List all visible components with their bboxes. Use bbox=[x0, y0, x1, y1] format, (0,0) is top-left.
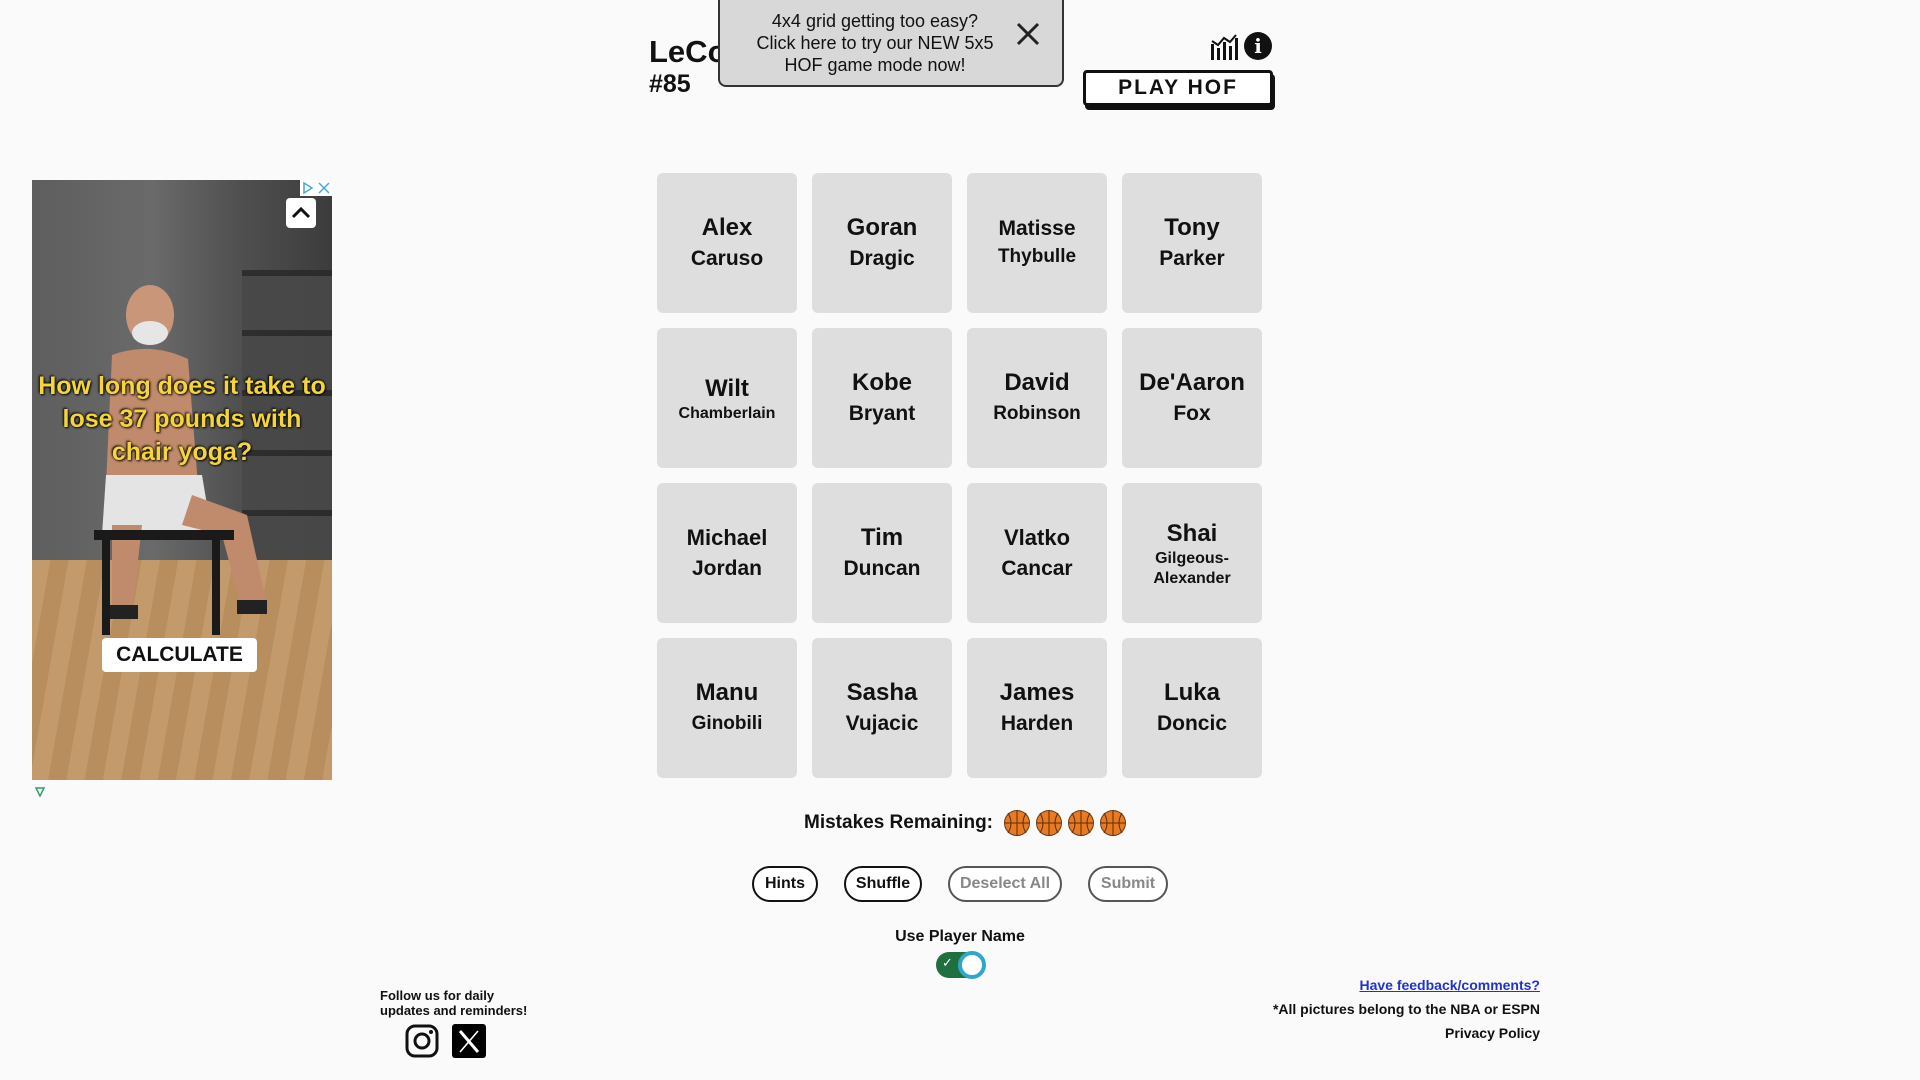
ad-headline: How long does it take to lose 37 pounds … bbox=[38, 372, 326, 466]
player-first-name: Wilt bbox=[705, 374, 749, 402]
player-first-name: Vlatko bbox=[1003, 525, 1071, 550]
player-first-name: Kobe bbox=[852, 369, 912, 396]
player-first-name: De'Aaron bbox=[1139, 369, 1245, 396]
player-tile[interactable]: Alex Caruso bbox=[657, 173, 797, 313]
basketball-icon bbox=[1068, 810, 1094, 836]
game-title: LeCo bbox=[649, 34, 727, 69]
player-last-name: Harden bbox=[1000, 712, 1074, 735]
player-tile[interactable]: Wilt Chamberlain bbox=[657, 328, 797, 468]
basketball-icon bbox=[1100, 810, 1126, 836]
submit-button[interactable]: Submit bbox=[1088, 866, 1168, 902]
player-tile[interactable]: Manu Ginobili bbox=[657, 638, 797, 778]
follow-text: Follow us for daily updates and reminder… bbox=[380, 988, 528, 1018]
shuffle-button[interactable]: Shuffle bbox=[844, 866, 922, 902]
player-last-name: Chamberlain bbox=[678, 404, 776, 422]
toggle-knob[interactable] bbox=[958, 951, 986, 979]
player-last-name: Robinson bbox=[993, 403, 1081, 424]
player-first-name: Shai bbox=[1166, 519, 1218, 547]
player-tile[interactable]: De'Aaron Fox bbox=[1122, 328, 1262, 468]
player-tile[interactable]: Luka Doncic bbox=[1122, 638, 1262, 778]
use-player-name-toggle[interactable]: ✓ bbox=[936, 951, 986, 979]
stats-icon[interactable] bbox=[1209, 32, 1239, 62]
hints-button[interactable]: Hints bbox=[752, 866, 818, 902]
player-tile[interactable]: Sasha Vujacic bbox=[812, 638, 952, 778]
player-last-name: Dragic bbox=[849, 247, 915, 270]
player-grid: Alex Caruso Goran Dragic Matisse Thybull… bbox=[657, 173, 1263, 779]
player-first-name: James bbox=[999, 679, 1075, 706]
player-tile[interactable]: Michael Jordan bbox=[657, 483, 797, 623]
player-first-name: Michael bbox=[686, 525, 768, 550]
player-tile[interactable]: David Robinson bbox=[967, 328, 1107, 468]
player-last-name: Parker bbox=[1159, 247, 1225, 270]
toggle-label: Use Player Name bbox=[895, 928, 1025, 945]
player-last-name: Jordan bbox=[691, 557, 762, 580]
ad-marker-icon bbox=[34, 787, 46, 798]
mistakes-label: Mistakes Remaining: bbox=[804, 812, 993, 833]
player-last-name: Doncic bbox=[1156, 712, 1227, 735]
advertisement[interactable]: How long does it take to lose 37 pounds … bbox=[32, 180, 332, 780]
play-hof-button[interactable]: PLAY HOF bbox=[1083, 70, 1273, 106]
player-tile[interactable]: Tim Duncan bbox=[812, 483, 952, 623]
privacy-policy-link[interactable]: Privacy Policy bbox=[1445, 1025, 1540, 1041]
close-icon[interactable] bbox=[1014, 20, 1042, 48]
player-first-name: Tim bbox=[860, 524, 904, 551]
feedback-link[interactable]: Have feedback/comments? bbox=[1359, 977, 1540, 993]
player-tile[interactable]: Vlatko Cancar bbox=[967, 483, 1107, 623]
player-tile[interactable]: Tony Parker bbox=[1122, 173, 1262, 313]
player-first-name: Sasha bbox=[846, 679, 918, 706]
player-first-name: Matisse bbox=[998, 217, 1076, 240]
player-tile[interactable]: Kobe Bryant bbox=[812, 328, 952, 468]
player-last-name: Caruso bbox=[690, 247, 764, 270]
ad-choices-icon[interactable] bbox=[300, 180, 332, 196]
mistake-balls bbox=[999, 809, 1127, 837]
player-last-name: Fox bbox=[1173, 402, 1211, 425]
player-last-name: Gilgeous-Alexander bbox=[1153, 549, 1231, 587]
player-first-name: Alex bbox=[701, 214, 753, 241]
player-last-name: Duncan bbox=[843, 557, 921, 580]
player-first-name: Luka bbox=[1163, 679, 1220, 706]
player-tile[interactable]: James Harden bbox=[967, 638, 1107, 778]
player-last-name: Bryant bbox=[848, 402, 916, 425]
player-first-name: David bbox=[1004, 369, 1070, 396]
player-last-name: Cancar bbox=[1001, 557, 1073, 580]
x-icon[interactable] bbox=[452, 1024, 486, 1058]
basketball-icon bbox=[1036, 810, 1062, 836]
info-icon[interactable]: i bbox=[1244, 32, 1272, 60]
chevron-up-icon[interactable] bbox=[286, 198, 316, 228]
player-first-name: Goran bbox=[846, 214, 918, 241]
basketball-icon bbox=[1004, 810, 1030, 836]
player-tile[interactable]: Shai Gilgeous-Alexander bbox=[1122, 483, 1262, 623]
puzzle-number: #85 bbox=[649, 70, 691, 98]
player-first-name: Manu bbox=[695, 679, 759, 706]
player-first-name: Tony bbox=[1164, 214, 1220, 241]
ad-calculate-button[interactable]: CALCULATE bbox=[102, 638, 257, 672]
instagram-icon[interactable] bbox=[405, 1024, 439, 1058]
player-tile[interactable]: Goran Dragic bbox=[812, 173, 952, 313]
banner-text[interactable]: 4x4 grid getting too easy? Click here to… bbox=[750, 10, 1000, 76]
deselect-all-button[interactable]: Deselect All bbox=[948, 866, 1062, 902]
check-icon: ✓ bbox=[942, 955, 953, 970]
player-last-name: Ginobili bbox=[691, 713, 763, 734]
credit-text: *All pictures belong to the NBA or ESPN bbox=[1272, 1001, 1540, 1017]
promo-banner[interactable]: 4x4 grid getting too easy? Click here to… bbox=[718, 0, 1064, 87]
mistakes-remaining: Mistakes Remaining: bbox=[804, 808, 1127, 838]
player-last-name: Thybulle bbox=[997, 246, 1077, 267]
player-last-name: Vujacic bbox=[845, 712, 919, 735]
player-tile[interactable]: Matisse Thybulle bbox=[967, 173, 1107, 313]
